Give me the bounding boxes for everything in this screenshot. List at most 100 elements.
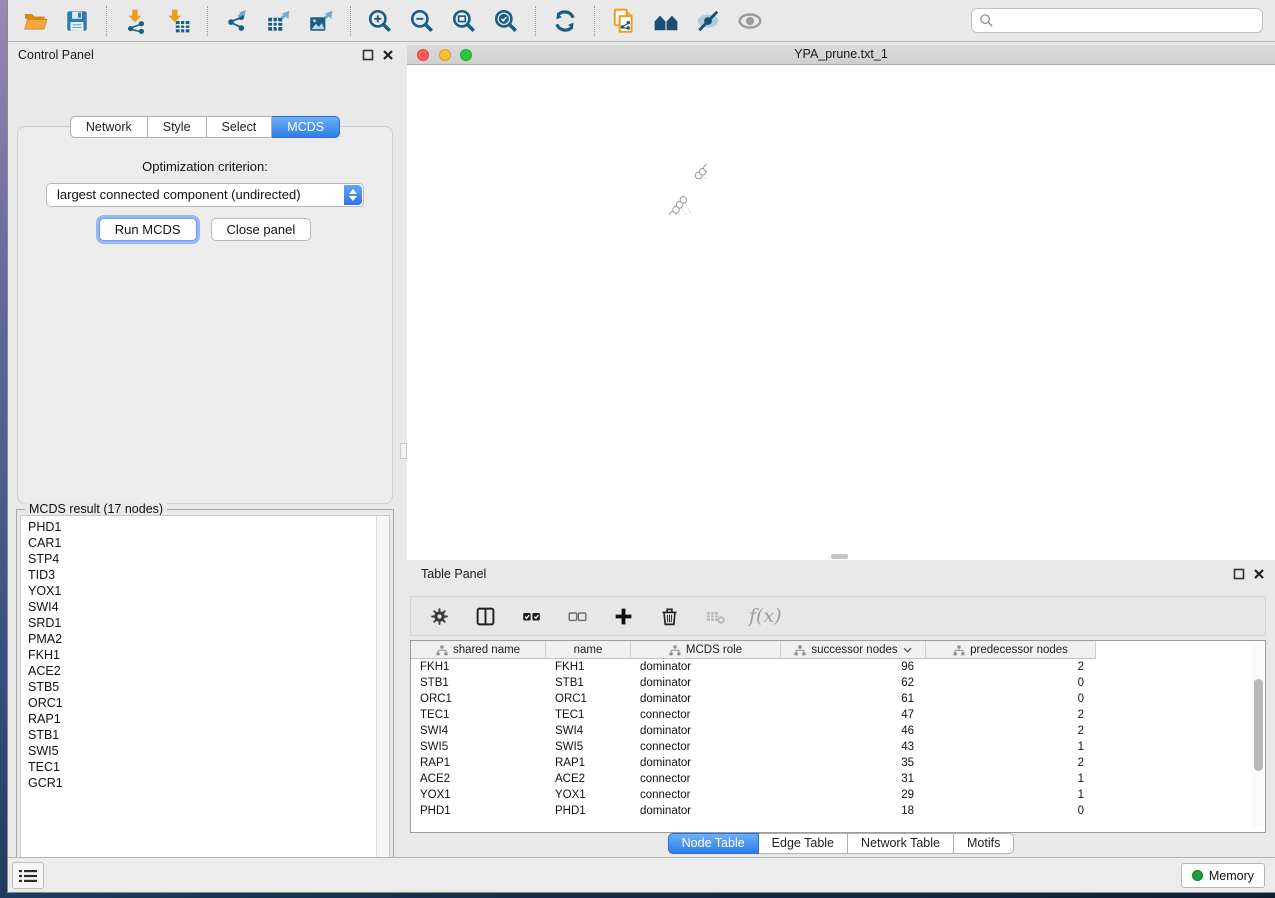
export-network-button[interactable] <box>219 4 255 38</box>
table-cell: connector <box>631 789 781 801</box>
splitter-handle[interactable] <box>400 443 407 459</box>
columns-icon <box>475 606 496 627</box>
deselect-all-button[interactable] <box>565 604 589 628</box>
table-row[interactable]: YOX1YOX1connector291 <box>411 787 1265 803</box>
open-file-button[interactable] <box>17 4 53 38</box>
search-input[interactable] <box>994 11 1262 31</box>
mcds-result-item[interactable]: SWI4 <box>28 599 376 615</box>
save-session-button[interactable] <box>59 4 95 38</box>
table-row[interactable]: RAP1RAP1dominator352 <box>411 755 1265 771</box>
table-cell: 29 <box>781 789 926 801</box>
mcds-result-item[interactable]: ORC1 <box>28 695 376 711</box>
close-panel-button[interactable]: Close panel <box>211 218 312 241</box>
refresh-layout-button[interactable] <box>547 4 583 38</box>
network-titlebar[interactable]: YPA_prune.txt_1 <box>407 45 1275 65</box>
mcds-result-scrollbar[interactable] <box>376 515 390 877</box>
table-row[interactable]: PHD1PHD1dominator180 <box>411 803 1265 819</box>
tab-style[interactable]: Style <box>148 116 207 138</box>
table-row[interactable]: ACE2ACE2connector311 <box>411 771 1265 787</box>
table-cell: RAP1 <box>411 757 546 769</box>
table-options-gear-button[interactable] <box>427 604 451 628</box>
first-neighbors-button[interactable] <box>648 4 684 38</box>
table-cell: TEC1 <box>546 709 631 721</box>
column-header-shared-name[interactable]: shared name <box>411 641 546 659</box>
close-panel-icon[interactable] <box>382 49 394 61</box>
clone-network-button[interactable] <box>606 4 642 38</box>
mcds-tab-content: Optimization criterion: largest connecte… <box>17 126 393 504</box>
save-icon <box>64 8 90 34</box>
export-image-button[interactable] <box>303 4 339 38</box>
column-header-MCDS-role[interactable]: MCDS role <box>631 641 781 659</box>
float-panel-icon[interactable] <box>1233 568 1245 580</box>
select-all-button[interactable] <box>519 604 543 628</box>
run-mcds-button[interactable]: Run MCDS <box>99 218 197 241</box>
fan-edges <box>643 120 707 215</box>
mcds-result-item[interactable]: YOX1 <box>28 583 376 599</box>
table-row[interactable]: TEC1TEC1connector472 <box>411 707 1265 723</box>
add-column-button[interactable] <box>611 604 635 628</box>
zoom-in-button[interactable] <box>362 4 398 38</box>
table-row[interactable]: SWI5SWI5connector431 <box>411 739 1265 755</box>
tab-network[interactable]: Network <box>70 116 148 138</box>
network-hscroll-thumb[interactable] <box>831 554 848 559</box>
table-tab-motifs[interactable]: Motifs <box>954 833 1014 854</box>
table-row[interactable]: ORC1ORC1dominator610 <box>411 691 1265 707</box>
mcds-result-item[interactable]: PMA2 <box>28 631 376 647</box>
node-table-header: shared namenameMCDS rolesuccessor nodesp… <box>411 641 1096 659</box>
mcds-result-item[interactable]: TID3 <box>28 567 376 583</box>
refresh-icon <box>552 8 578 34</box>
import-table-button[interactable] <box>160 4 196 38</box>
mcds-result-item[interactable]: STB5 <box>28 679 376 695</box>
task-history-button[interactable] <box>12 862 44 889</box>
table-tab-network-table[interactable]: Network Table <box>848 833 954 854</box>
table-cell: 2 <box>926 709 1096 721</box>
mcds-result-list[interactable]: PHD1CAR1STP4TID3YOX1SWI4SRD1PMA2FKH1ACE2… <box>20 515 376 877</box>
column-header-predecessor-nodes[interactable]: predecessor nodes <box>926 641 1096 659</box>
close-panel-icon[interactable] <box>1253 568 1265 580</box>
import-network-icon <box>123 8 149 34</box>
float-panel-icon[interactable] <box>362 49 374 61</box>
table-tab-node-table[interactable]: Node Table <box>668 833 759 854</box>
mcds-result-item[interactable]: RAP1 <box>28 711 376 727</box>
optimization-criterion-select[interactable]: largest connected component (undirected) <box>46 183 364 207</box>
delete-column-button[interactable] <box>657 604 681 628</box>
tab-select[interactable]: Select <box>207 116 273 138</box>
column-header-successor-nodes[interactable]: successor nodes <box>781 641 926 659</box>
tab-mcds[interactable]: MCDS <box>272 116 340 138</box>
mcds-result-item[interactable]: GCR1 <box>28 775 376 791</box>
table-cell: 0 <box>926 677 1096 689</box>
network-nodes[interactable] <box>640 117 707 215</box>
mcds-result-item[interactable]: SRD1 <box>28 615 376 631</box>
mcds-result-item[interactable]: CAR1 <box>28 535 376 551</box>
table-row[interactable]: FKH1FKH1dominator962 <box>411 659 1265 675</box>
table-scrollbar-thumb[interactable] <box>1254 679 1263 771</box>
table-cell: dominator <box>631 725 781 737</box>
show-columns-button[interactable] <box>473 604 497 628</box>
zoom-selected-button[interactable] <box>488 4 524 38</box>
hide-selected-button[interactable] <box>690 4 726 38</box>
import-network-button[interactable] <box>118 4 154 38</box>
zoom-in-icon <box>367 8 393 34</box>
fit-content-icon <box>451 8 477 34</box>
memory-button[interactable]: Memory <box>1181 863 1265 888</box>
fit-content-button[interactable] <box>446 4 482 38</box>
table-row[interactable]: SWI4SWI4dominator462 <box>411 723 1265 739</box>
network-graph[interactable] <box>407 65 707 215</box>
show-all-button[interactable] <box>732 4 768 38</box>
table-cell: connector <box>631 709 781 721</box>
mcds-result-item[interactable]: STB1 <box>28 727 376 743</box>
table-tab-edge-table[interactable]: Edge Table <box>759 833 848 854</box>
column-header-name[interactable]: name <box>546 641 631 659</box>
mcds-result-item[interactable]: PHD1 <box>28 519 376 535</box>
export-table-button[interactable] <box>261 4 297 38</box>
table-row[interactable]: STB1STB1dominator620 <box>411 675 1265 691</box>
mcds-result-item[interactable]: STP4 <box>28 551 376 567</box>
delete-table-button[interactable] <box>703 604 727 628</box>
zoom-out-button[interactable] <box>404 4 440 38</box>
mcds-result-item[interactable]: FKH1 <box>28 647 376 663</box>
mcds-result-item[interactable]: SWI5 <box>28 743 376 759</box>
mcds-result-item[interactable]: TEC1 <box>28 759 376 775</box>
select-stepper-icon <box>344 185 362 205</box>
mcds-result-item[interactable]: ACE2 <box>28 663 376 679</box>
function-builder-button[interactable]: f(x) <box>749 605 782 627</box>
